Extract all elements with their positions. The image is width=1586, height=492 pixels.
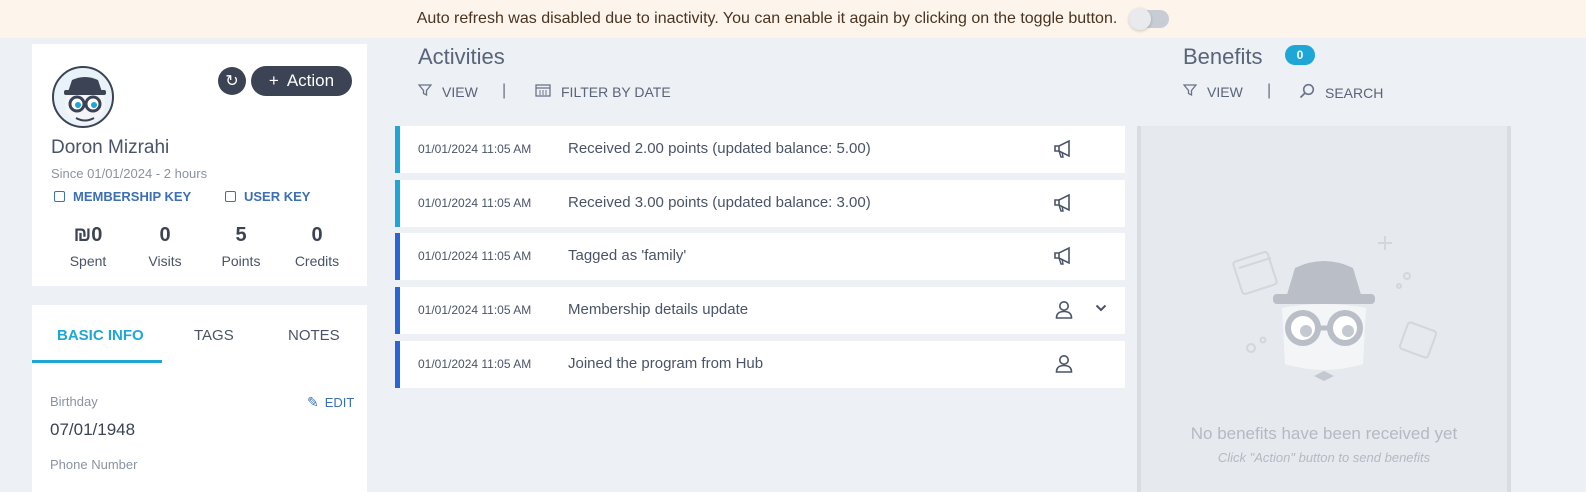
megaphone-icon [1052, 244, 1076, 268]
stat-visits: 0 Visits [130, 224, 200, 269]
activity-date: 01/01/2024 11:05 AM [418, 357, 532, 371]
filter-icon [417, 83, 433, 101]
activity-row[interactable]: 01/01/2024 11:05 AM Joined the program f… [395, 341, 1125, 388]
stat-points: 5 Points [206, 224, 276, 269]
avatar-icon [64, 77, 106, 124]
action-button[interactable]: + Action [251, 66, 352, 96]
empty-benefits-subtitle: Click "Action" button to send benefits [1217, 450, 1431, 465]
user-key-label: USER KEY [244, 189, 311, 204]
benefits-count-badge: 0 [1285, 45, 1315, 65]
stat-value: ₪0 [73, 224, 103, 246]
filter-icon [1182, 83, 1198, 101]
tab-basic-info[interactable]: BASIC INFO [57, 327, 144, 344]
activity-date: 01/01/2024 11:05 AM [418, 196, 532, 210]
benefits-empty-panel: No benefits have been received yet Click… [1137, 126, 1511, 492]
refresh-icon: ↻ [225, 73, 239, 90]
benefits-view-label: VIEW [1207, 84, 1243, 100]
stat-label: Points [221, 253, 261, 269]
megaphone-icon [1052, 191, 1076, 215]
megaphone-icon [1052, 137, 1076, 161]
activity-text: Membership details update [568, 301, 749, 318]
activities-title: Activities [418, 44, 505, 69]
pencil-icon: ✎ [307, 394, 319, 410]
info-card: BASIC INFO TAGS NOTES Birthday ✎ EDIT 07… [32, 305, 367, 492]
edit-label: EDIT [324, 395, 355, 410]
user-icon [1052, 352, 1076, 376]
empty-benefits-illustration [1232, 236, 1438, 381]
activity-row[interactable]: 01/01/2024 11:05 AM Received 3.00 points… [395, 180, 1125, 227]
stat-label: Spent [69, 253, 107, 269]
activity-row[interactable]: 01/01/2024 11:05 AM Received 2.00 points… [395, 126, 1125, 173]
edit-button[interactable]: ✎ EDIT [307, 394, 354, 411]
birthday-label: Birthday [50, 394, 98, 409]
active-tab-indicator [32, 360, 162, 363]
stat-label: Credits [294, 253, 340, 269]
copy-icon [54, 191, 65, 202]
activity-row[interactable]: 01/01/2024 11:05 AM Tagged as 'family' [395, 233, 1125, 280]
activity-text: Joined the program from Hub [568, 355, 764, 372]
refresh-button[interactable]: ↻ [218, 67, 246, 95]
membership-key-label: MEMBERSHIP KEY [73, 189, 192, 204]
tab-tags[interactable]: TAGS [194, 327, 234, 344]
stat-value: 0 [159, 224, 171, 246]
activity-date: 01/01/2024 11:05 AM [418, 249, 532, 263]
search-icon [1299, 83, 1315, 103]
stat-spent: ₪0 Spent [53, 224, 123, 269]
auto-refresh-toggle[interactable] [1129, 8, 1170, 30]
activities-view-label: VIEW [442, 84, 478, 100]
avatar [52, 66, 114, 128]
activity-text: Received 3.00 points (updated balance: 3… [568, 194, 871, 211]
toolbar-divider: | [502, 82, 507, 99]
benefits-search-button[interactable]: SEARCH [1299, 83, 1383, 103]
inactivity-banner: Auto refresh was disabled due to inactiv… [0, 0, 1586, 38]
action-label: Action [286, 71, 335, 90]
activity-date: 01/01/2024 11:05 AM [418, 142, 532, 156]
calendar-icon [535, 83, 551, 101]
profile-card: ↻ + Action Doron Mizrahi Since 01/01/202… [32, 44, 367, 286]
plus-icon: + [268, 71, 279, 90]
toggle-knob [1129, 8, 1152, 30]
stat-credits: 0 Credits [282, 224, 352, 269]
user-key-link[interactable]: USER KEY [225, 189, 310, 204]
toolbar-divider: | [1267, 82, 1272, 99]
tab-notes[interactable]: NOTES [288, 327, 340, 344]
member-since: Since 01/01/2024 - 2 hours [51, 166, 208, 181]
benefits-view-button[interactable]: VIEW [1182, 83, 1243, 101]
activity-row[interactable]: 01/01/2024 11:05 AM Membership details u… [395, 287, 1125, 334]
user-icon [1052, 298, 1076, 322]
filter-by-date-label: FILTER BY DATE [561, 84, 671, 100]
chevron-down-icon[interactable] [1095, 300, 1107, 316]
membership-key-link[interactable]: MEMBERSHIP KEY [54, 189, 191, 204]
phone-label: Phone Number [50, 457, 138, 472]
benefits-search-label: SEARCH [1325, 85, 1384, 101]
banner-message: Auto refresh was disabled due to inactiv… [416, 10, 1118, 27]
copy-icon [225, 191, 236, 202]
stat-value: 0 [311, 224, 323, 246]
activities-view-button[interactable]: VIEW [417, 83, 478, 101]
stat-label: Visits [148, 253, 182, 269]
activity-date: 01/01/2024 11:05 AM [418, 303, 532, 317]
empty-benefits-title: No benefits have been received yet [1190, 424, 1458, 443]
benefits-title: Benefits [1183, 44, 1263, 69]
birthday-value: 07/01/1948 [50, 420, 136, 439]
activity-text: Received 2.00 points (updated balance: 5… [568, 140, 871, 157]
activity-text: Tagged as 'family' [568, 247, 687, 264]
member-name: Doron Mizrahi [51, 137, 170, 158]
filter-by-date-button[interactable]: FILTER BY DATE [535, 83, 671, 101]
stat-value: 5 [235, 224, 247, 246]
